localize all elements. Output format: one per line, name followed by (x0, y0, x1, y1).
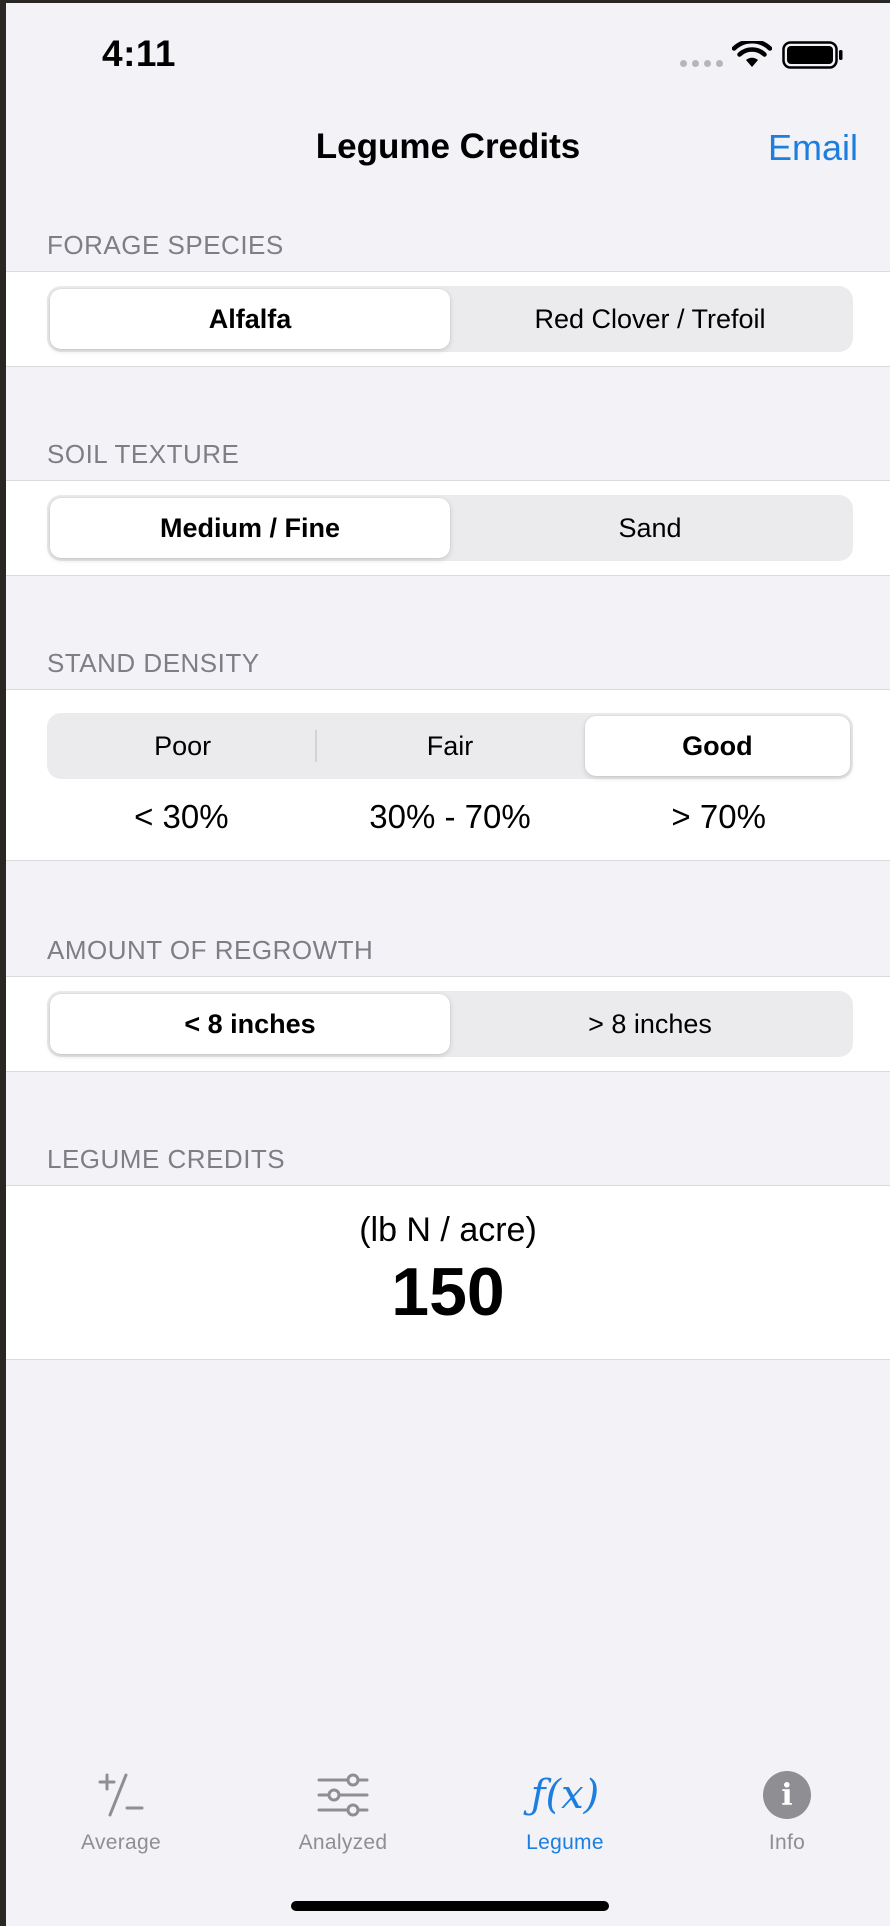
cellular-signal-icon (680, 60, 723, 67)
regrowth-header: AMOUNT OF REGROWTH (47, 935, 374, 965)
range-poor: < 30% (134, 798, 229, 835)
forage-species-segmented-control: Alfalfa Red Clover / Trefoil (47, 286, 853, 352)
result-value: 150 (391, 1254, 505, 1330)
legume-credits-header: LEGUME CREDITS (47, 1144, 286, 1174)
tab-analyzed[interactable]: Analyzed (253, 1765, 433, 1855)
stand-density-header: STAND DENSITY (47, 648, 260, 678)
status-time: 4:11 (102, 33, 177, 74)
stand-density-segmented-control: Poor Fair Good (47, 713, 853, 779)
info-icon-glyph: i (781, 1777, 793, 1813)
function-icon: ƒ(x) (530, 1772, 600, 1818)
regrowth-segmented-control: < 8 inches > 8 inches (47, 991, 853, 1057)
range-good: > 70% (671, 798, 766, 835)
segment-good[interactable]: Good (584, 716, 850, 776)
stand-density-ranges: < 30% 30% - 70% > 70% (47, 798, 853, 836)
info-icon: i (763, 1771, 811, 1819)
battery-icon (782, 41, 843, 69)
segment-medium-fine[interactable]: Medium / Fine (50, 498, 450, 558)
segment-red-clover-trefoil[interactable]: Red Clover / Trefoil (450, 289, 850, 349)
segment-under-8-inches[interactable]: < 8 inches (50, 994, 450, 1054)
tab-analyzed-label: Analyzed (298, 1831, 388, 1854)
range-fair: 30% - 70% (369, 798, 531, 835)
soil-texture-segmented-control: Medium / Fine Sand (47, 495, 853, 561)
segment-over-8-inches[interactable]: > 8 inches (450, 994, 850, 1054)
plus-minus-icon (98, 1773, 144, 1817)
wifi-icon (732, 41, 772, 67)
tab-legume-label: Legume (526, 1831, 604, 1854)
email-button[interactable]: Email (768, 127, 858, 169)
tab-info[interactable]: i Info (697, 1765, 877, 1855)
forage-species-header: FORAGE SPECIES (47, 230, 284, 260)
sliders-icon (317, 1773, 369, 1817)
home-indicator (291, 1901, 609, 1911)
segment-sand[interactable]: Sand (450, 498, 850, 558)
tab-info-label: Info (768, 1831, 806, 1854)
page-title: Legume Credits (315, 127, 581, 166)
tab-legume[interactable]: ƒ(x) Legume (475, 1765, 655, 1855)
segment-poor[interactable]: Poor (50, 716, 315, 776)
segment-alfalfa[interactable]: Alfalfa (50, 289, 450, 349)
tab-average-label: Average (81, 1831, 161, 1854)
screen: 4:11 Legume Credits Email FORAGE SPECIES… (6, 3, 890, 1926)
result-unit: (lb N / acre) (359, 1211, 537, 1249)
tab-average[interactable]: Average (31, 1765, 211, 1855)
segment-fair[interactable]: Fair (317, 716, 582, 776)
soil-texture-header: SOIL TEXTURE (47, 439, 240, 469)
